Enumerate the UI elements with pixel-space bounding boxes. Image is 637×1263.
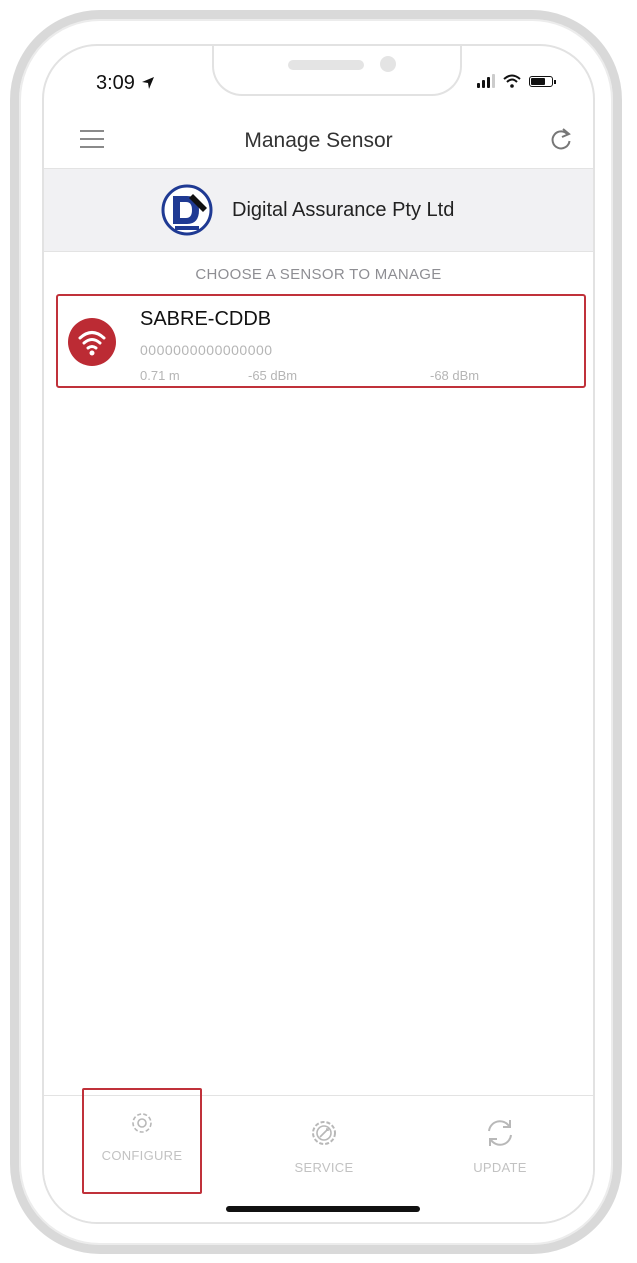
gear-icon (132, 1113, 152, 1133)
company-logo-icon (161, 184, 213, 236)
wifi-status-icon (503, 74, 521, 88)
status-time: 3:09 (96, 72, 155, 95)
location-arrow-icon (141, 77, 154, 89)
tab-update-label: UPDATE (473, 1160, 527, 1175)
tab-update[interactable]: UPDATE (440, 1106, 560, 1196)
sensor-rssi-secondary: -68 dBm (430, 368, 480, 383)
service-gear-icon (312, 1121, 336, 1145)
page-title: Manage Sensor (244, 129, 393, 152)
sensor-id: 0000000000000000 (140, 342, 273, 358)
signal-icon (477, 74, 495, 88)
home-indicator (226, 1206, 420, 1212)
front-camera (380, 56, 396, 72)
organization-bar: Digital Assurance Pty Ltd (44, 168, 593, 252)
notch (212, 46, 462, 96)
nav-bar: Manage Sensor (44, 116, 593, 166)
speaker (288, 60, 364, 70)
wifi-icon (68, 318, 116, 366)
tab-configure[interactable]: CONFIGURE (82, 1088, 202, 1194)
sensor-name: SABRE-CDDB (140, 308, 272, 330)
sensor-rssi-primary: -65 dBm (248, 368, 298, 383)
tab-service-label: SERVICE (294, 1160, 354, 1175)
section-header: CHOOSE A SENSOR TO MANAGE (195, 266, 442, 283)
sync-icon (488, 1120, 512, 1146)
sensor-distance: 0.71 m (140, 368, 180, 383)
phone-screen: 3:09 Manage Sensor Digital Assurance Pty… (42, 44, 595, 1224)
tab-service[interactable]: SERVICE (264, 1106, 384, 1196)
sensor-list-item[interactable]: SABRE-CDDB 0000000000000000 0.71 m -65 d… (56, 294, 586, 388)
tab-configure-label: CONFIGURE (101, 1148, 183, 1163)
tab-bar: CONFIGURE SERVICE UPDATE (44, 1088, 593, 1222)
status-icons (477, 74, 556, 88)
organization-name: Digital Assurance Pty Ltd (232, 199, 455, 221)
battery-icon (529, 75, 556, 87)
refresh-icon[interactable] (547, 126, 575, 154)
